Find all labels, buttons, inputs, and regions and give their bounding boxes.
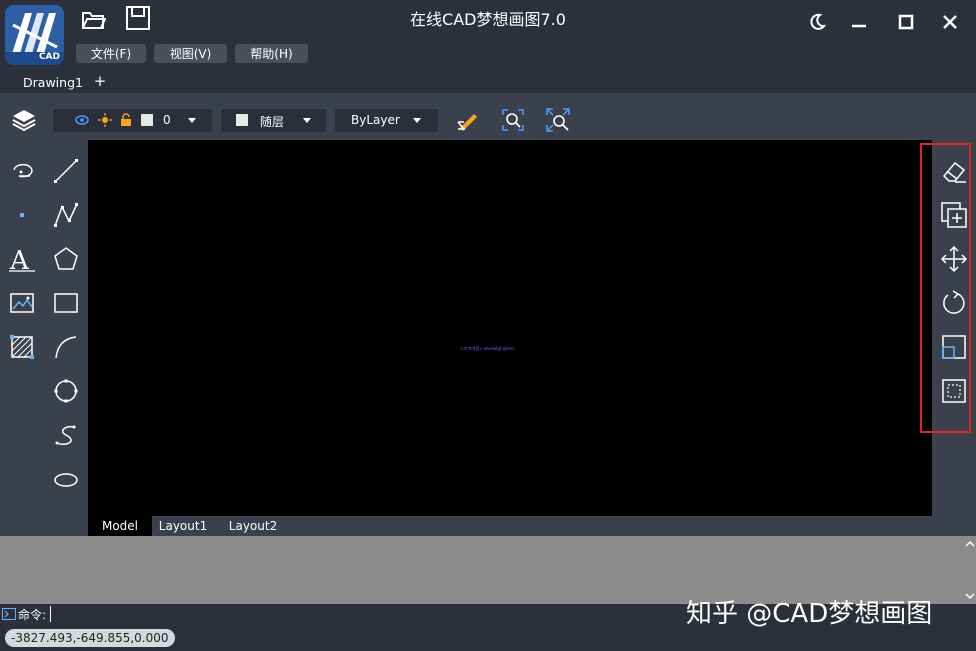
copy-icon[interactable]	[939, 200, 969, 230]
scroll-up-icon[interactable]	[964, 538, 976, 550]
match-properties-icon[interactable]	[456, 108, 480, 132]
circle-tool-icon[interactable]	[51, 376, 81, 406]
scroll-down-icon[interactable]	[964, 590, 976, 602]
polyline-tool-icon[interactable]	[51, 200, 81, 230]
zoom-window-icon[interactable]	[501, 108, 525, 132]
eraser-icon[interactable]	[939, 156, 969, 186]
watermark-text: 知乎 @CAD梦想画图	[686, 599, 933, 629]
menu-help[interactable]: 帮助(H)	[235, 44, 308, 63]
menu-view[interactable]: 视图(V)	[154, 44, 227, 63]
close-icon[interactable]	[937, 9, 963, 35]
curve-tool-icon[interactable]	[51, 332, 81, 362]
text-tool-icon[interactable]: A	[7, 244, 37, 274]
command-prompt: 命令:	[18, 608, 47, 622]
layer-dropdown[interactable]: 0	[53, 109, 212, 132]
chevron-down-icon	[303, 118, 311, 123]
color-dropdown[interactable]: 随层	[221, 109, 326, 132]
visible-eye-icon	[75, 114, 89, 126]
logo-text: CAD	[38, 52, 60, 62]
rotate-icon[interactable]	[939, 288, 969, 318]
tab-drawing1[interactable]: Drawing1	[14, 71, 92, 93]
layers-icon[interactable]	[10, 106, 38, 134]
svg-text:A: A	[9, 246, 30, 273]
app-logo: CAD	[5, 5, 64, 65]
color-swatch	[236, 114, 248, 126]
minimize-icon[interactable]	[846, 9, 872, 35]
point-tool-icon[interactable]	[7, 200, 37, 230]
layer-value: 0	[163, 113, 171, 127]
terminal-icon	[2, 608, 16, 620]
unlock-icon	[120, 113, 132, 127]
linetype-value: ByLayer	[351, 113, 400, 127]
ellipse-tool-icon[interactable]	[51, 464, 81, 494]
save-file-icon[interactable]	[125, 5, 151, 31]
select-window-icon[interactable]	[939, 376, 969, 406]
color-value: 随层	[260, 115, 285, 129]
add-tab-button[interactable]: +	[93, 72, 107, 92]
image-tool-icon[interactable]	[7, 288, 37, 318]
hatch-tool-icon[interactable]	[7, 332, 37, 362]
command-input[interactable]	[50, 606, 171, 622]
layout-tab-strip	[88, 516, 932, 536]
maximize-icon[interactable]	[893, 9, 919, 35]
tab-layout1[interactable]: Layout1	[152, 516, 214, 536]
rectangle-tool-icon[interactable]	[51, 288, 81, 318]
linetype-dropdown[interactable]: ByLayer	[335, 109, 438, 132]
tab-model[interactable]: Model	[88, 516, 152, 536]
chevron-down-icon	[413, 118, 421, 123]
tab-layout2[interactable]: Layout2	[218, 516, 288, 536]
layer-color-swatch	[141, 114, 153, 126]
menu-file[interactable]: 文件(F)	[76, 44, 146, 63]
document-tab-bar	[0, 70, 976, 93]
polygon-tool-icon[interactable]	[51, 244, 81, 274]
night-mode-icon[interactable]	[804, 9, 830, 35]
canvas-text-entity[interactable]: <文字内容> abcdefghijklmn	[460, 346, 515, 352]
arc-tool-icon[interactable]	[7, 156, 37, 186]
coordinates-display: -3827.493,-649.855,0.000	[5, 629, 175, 647]
spline-tool-icon[interactable]	[51, 420, 81, 450]
zoom-extents-icon[interactable]	[545, 107, 571, 133]
line-tool-icon[interactable]	[51, 156, 81, 186]
chevron-down-icon	[188, 118, 196, 123]
drawing-canvas[interactable]	[88, 140, 932, 516]
open-file-icon[interactable]	[80, 6, 106, 32]
move-icon[interactable]	[939, 244, 969, 274]
sun-icon	[98, 113, 112, 127]
scale-icon[interactable]	[939, 332, 969, 362]
window-title: 在线CAD梦想画图7.0	[410, 10, 566, 29]
